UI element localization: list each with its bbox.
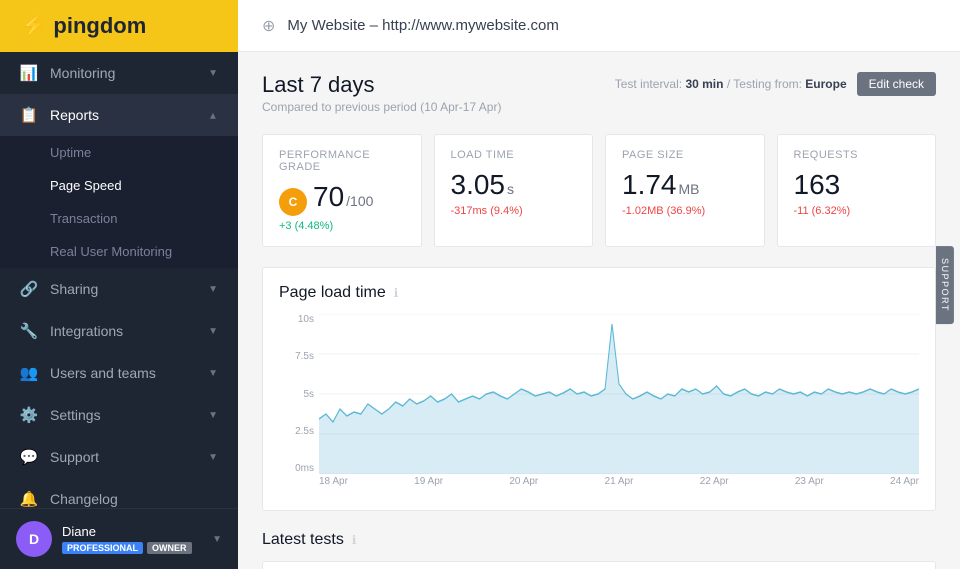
sidebar-item-reports[interactable]: 📋 Reports ▼ [0,94,238,136]
stats-row: Performance grade C 70 /100 +3 (4.48%) L… [262,134,936,247]
main-content: ⊕ My Website – http://www.mywebsite.com … [238,0,960,569]
stat-value: 3.05 s [451,169,577,201]
stat-change: -317ms (9.4%) [451,205,577,217]
chevron-down-icon: ▼ [208,368,218,379]
stat-card-load-time: Load time 3.05 s -317ms (9.4%) [434,134,594,247]
stat-value: C 70 /100 [279,181,405,216]
website-icon: ⊕ [262,16,275,36]
chart-info-icon: ℹ [394,286,399,300]
page-content: Last 7 days Compared to previous period … [238,52,960,569]
stat-title: Page size [622,149,748,161]
settings-label: Settings [50,407,101,423]
sidebar-item-page-speed[interactable]: Page Speed [0,169,238,202]
stat-card-page-size: Page size 1.74 MB -1.02MB (36.9%) [605,134,765,247]
chevron-up-icon: ▼ [208,110,218,121]
test-interval-info: Test interval: 30 min / Testing from: Eu… [615,77,847,91]
monitoring-icon: 📊 [20,64,38,82]
stat-title: Performance grade [279,149,405,173]
sharing-label: Sharing [50,281,98,297]
stat-card-requests: Requests 163 -11 (6.32%) [777,134,937,247]
period-title: Last 7 days [262,72,501,98]
sidebar: ⚡ pingdom 📊 Monitoring ▼ 📋 Reports ▼ Upt… [0,0,238,569]
stat-change: -1.02MB (36.9%) [622,205,748,217]
chart-plot [319,314,919,474]
sidebar-item-monitoring[interactable]: 📊 Monitoring ▼ [0,52,238,94]
monitoring-label: Monitoring [50,65,115,81]
user-badges: PROFESSIONAL OWNER [62,542,202,554]
integrations-icon: 🔧 [20,322,38,340]
owner-badge: OWNER [147,542,192,554]
logo-wordmark: pingdom [53,13,146,39]
sidebar-item-settings[interactable]: ⚙️ Settings ▼ [0,394,238,436]
grade-circle: C [279,188,307,216]
professional-badge: PROFESSIONAL [62,542,143,554]
chart-header: Page load time ℹ [279,284,919,302]
latest-tests-header: Latest tests ℹ [262,531,936,549]
sidebar-item-sharing[interactable]: 🔗 Sharing ▼ [0,268,238,310]
chevron-down-icon: ▼ [208,68,218,79]
sidebar-navigation: 📊 Monitoring ▼ 📋 Reports ▼ Uptime Page S… [0,52,238,508]
stat-change: -11 (6.32%) [794,205,920,217]
sidebar-item-uptime[interactable]: Uptime [0,136,238,169]
integrations-label: Integrations [50,323,123,339]
chevron-down-icon: ▼ [208,326,218,337]
changelog-icon: 🔔 [20,490,38,508]
sidebar-item-real-user-monitoring[interactable]: Real User Monitoring [0,235,238,268]
user-name: Diane [62,524,202,539]
chart-area: 10s 7.5s 5s 2.5s 0ms [279,314,919,494]
edit-check-button[interactable]: Edit check [857,72,936,96]
top-bar: ⊕ My Website – http://www.mywebsite.com [238,0,960,52]
chevron-down-icon: ▼ [208,410,218,421]
stat-change: +3 (4.48%) [279,220,405,232]
chart-x-axis: 18 Apr 19 Apr 20 Apr 21 Apr 22 Apr 23 Ap… [319,476,919,494]
stat-title: Load time [451,149,577,161]
sidebar-item-support[interactable]: 💬 Support ▼ [0,436,238,478]
stat-title: Requests [794,149,920,161]
support-tab[interactable]: SUPPORT [936,246,954,324]
support-icon: 💬 [20,448,38,466]
chart-y-axis: 10s 7.5s 5s 2.5s 0ms [279,314,314,474]
latest-tests-section: Latest tests ℹ DATE & TIME LOAD TIME PAG… [262,531,936,569]
changelog-label: Changelog [50,491,118,507]
sidebar-item-transaction[interactable]: Transaction [0,202,238,235]
users-teams-label: Users and teams [50,365,156,381]
period-header-bar: Last 7 days Compared to previous period … [262,72,936,130]
latest-tests-title: Latest tests [262,531,344,549]
user-profile[interactable]: D Diane PROFESSIONAL OWNER ▼ [0,508,238,569]
sidebar-item-integrations[interactable]: 🔧 Integrations ▼ [0,310,238,352]
chart-container: Page load time ℹ 10s 7.5s 5s 2.5s 0ms [262,267,936,511]
settings-icon: ⚙️ [20,406,38,424]
support-label: Support [50,449,99,465]
chart-title: Page load time [279,284,386,302]
reports-label: Reports [50,107,99,123]
chevron-down-icon: ▼ [208,452,218,463]
users-icon: 👥 [20,364,38,382]
stat-card-performance: Performance grade C 70 /100 +3 (4.48%) [262,134,422,247]
page-title: My Website – http://www.mywebsite.com [287,17,558,34]
stat-value: 163 [794,169,920,201]
latest-tests-table: DATE & TIME LOAD TIME PAGE SIZE REQUESTS… [262,561,936,569]
profile-chevron-icon[interactable]: ▼ [212,534,222,545]
user-info: Diane PROFESSIONAL OWNER [62,524,202,554]
logo-icon: ⚡ [20,13,47,39]
table-header: DATE & TIME LOAD TIME PAGE SIZE REQUESTS… [263,562,935,569]
latest-tests-info-icon: ℹ [352,533,357,547]
reports-icon: 📋 [20,106,38,124]
sidebar-item-changelog[interactable]: 🔔 Changelog [0,478,238,508]
period-header: Last 7 days Compared to previous period … [262,72,501,114]
sidebar-item-users-teams[interactable]: 👥 Users and teams ▼ [0,352,238,394]
reports-subnav: Uptime Page Speed Transaction Real User … [0,136,238,268]
logo-area: ⚡ pingdom [0,0,238,52]
sharing-icon: 🔗 [20,280,38,298]
avatar: D [16,521,52,557]
chart-svg [319,314,919,474]
logo: ⚡ pingdom [20,13,146,39]
chevron-down-icon: ▼ [208,284,218,295]
period-subtitle: Compared to previous period (10 Apr-17 A… [262,100,501,114]
stat-value: 1.74 MB [622,169,748,201]
